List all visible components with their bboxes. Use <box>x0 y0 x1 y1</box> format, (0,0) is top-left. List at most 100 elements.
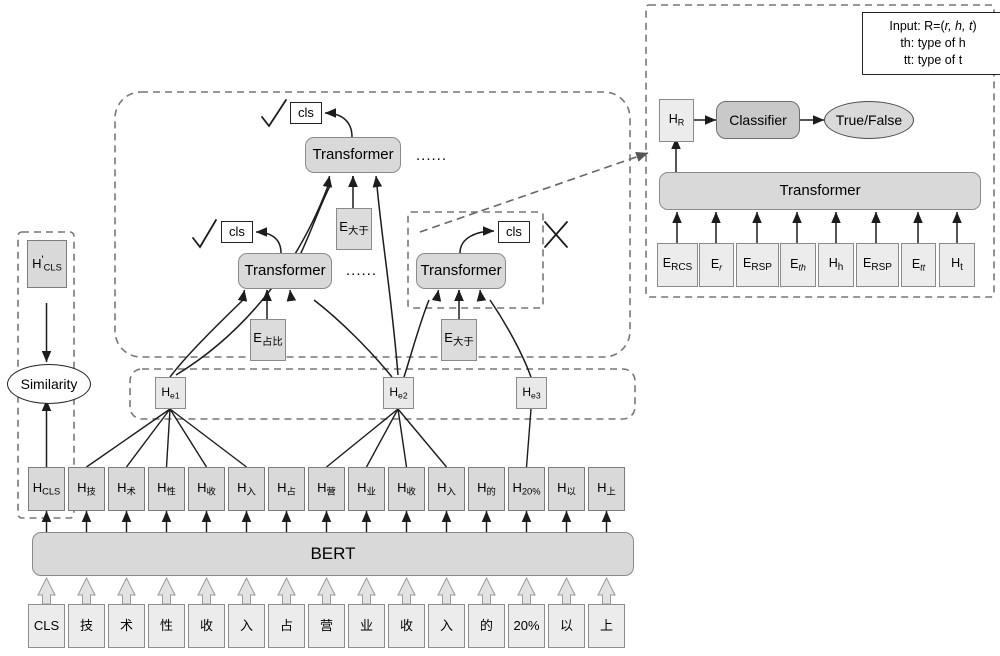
cls-box-left[interactable]: cls <box>221 221 253 243</box>
bert-encoder[interactable]: BERT <box>32 532 634 576</box>
bert-label: BERT <box>310 544 356 564</box>
transformer-left[interactable]: Transformer <box>238 253 332 289</box>
hidden-state-0: HCLS <box>28 467 65 511</box>
hidden-state-label-6: H占 <box>277 479 296 497</box>
transformer-right-panel-label: Transformer <box>779 182 861 200</box>
input-token-10: 入 <box>428 604 465 648</box>
input-token-2: 术 <box>108 604 145 648</box>
hidden-state-4: H收 <box>188 467 225 511</box>
hidden-state-label-7: H营 <box>317 479 336 497</box>
input-token-0: CLS <box>28 604 65 648</box>
rel-embedding-top: E大于 <box>336 208 372 250</box>
input-token-5: 入 <box>228 604 265 648</box>
transformer-top-label: Transformer <box>312 146 394 164</box>
right-panel-input-4: Hh <box>818 243 854 287</box>
hidden-state-label-10: H入 <box>437 479 456 497</box>
input-token-4: 收 <box>188 604 225 648</box>
right-panel-input-1: Er <box>699 243 734 287</box>
right-panel-input-label-6: Ett <box>911 256 926 273</box>
entity-he3: He3 <box>516 377 547 409</box>
input-token-1: 技 <box>68 604 105 648</box>
input-token-label-0: CLS <box>33 618 60 634</box>
hidden-state-label-8: H业 <box>357 479 376 497</box>
input-token-13: 以 <box>548 604 585 648</box>
right-panel-input-3: Eth <box>780 243 816 287</box>
input-token-label-5: 入 <box>239 618 253 634</box>
hidden-state-label-13: H以 <box>557 479 576 497</box>
input-token-label-6: 占 <box>279 618 293 634</box>
hidden-state-14: H上 <box>588 467 625 511</box>
input-token-label-11: 的 <box>479 618 493 634</box>
input-token-label-2: 术 <box>119 618 133 634</box>
right-panel-input-label-5: ERSP <box>863 255 892 273</box>
transformer-right-label: Transformer <box>420 262 502 280</box>
similarity-label: Similarity <box>20 375 78 392</box>
input-token-14: 上 <box>588 604 625 648</box>
input-token-3: 性 <box>148 604 185 648</box>
hidden-state-2: H术 <box>108 467 145 511</box>
rel-embedding-left: E占比 <box>250 319 286 361</box>
hidden-state-5: H入 <box>228 467 265 511</box>
input-token-12: 20% <box>508 604 545 648</box>
input-token-9: 收 <box>388 604 425 648</box>
input-token-8: 业 <box>348 604 385 648</box>
hr-label: HR <box>668 112 685 128</box>
hcls-prime-label: H'CLS <box>32 253 62 273</box>
hidden-state-7: H营 <box>308 467 345 511</box>
entity-he1-label: He1 <box>161 384 180 401</box>
hidden-state-9: H收 <box>388 467 425 511</box>
hr-box: HR <box>659 99 694 142</box>
entity-he2: He2 <box>383 377 414 409</box>
cls-right-label: cls <box>506 224 522 240</box>
input-token-label-7: 营 <box>319 618 333 634</box>
hidden-state-12: H20% <box>508 467 545 511</box>
diagram-canvas: H'CLS Similarity Transformer cls E大于 ...… <box>0 0 1000 656</box>
cls-top-label: cls <box>298 105 314 121</box>
hidden-state-6: H占 <box>268 467 305 511</box>
cls-box-right[interactable]: cls <box>498 221 530 243</box>
transformer-right[interactable]: Transformer <box>416 253 506 289</box>
hidden-state-10: H入 <box>428 467 465 511</box>
dots-top: ...... <box>416 147 448 164</box>
classifier-label: Classifier <box>729 111 787 128</box>
rel-embedding-left-label: E占比 <box>253 330 283 348</box>
cls-box-top[interactable]: cls <box>290 102 322 124</box>
right-panel-input-label-0: ERCS <box>662 255 693 273</box>
hidden-state-label-11: H的 <box>477 479 496 497</box>
hidden-state-label-1: H技 <box>77 479 96 497</box>
input-token-label-9: 收 <box>399 618 413 634</box>
classifier-box[interactable]: Classifier <box>716 101 800 139</box>
input-token-label-3: 性 <box>159 618 173 634</box>
legend-line-1: Input: R=(r, h, t) <box>889 19 977 33</box>
legend-box: Input: R=(r, h, t) th: type of h tt: typ… <box>862 12 1000 75</box>
right-panel-input-0: ERCS <box>657 243 698 287</box>
right-panel-input-2: ERSP <box>736 243 779 287</box>
dots-left: ...... <box>346 262 378 279</box>
hidden-state-label-2: H术 <box>117 479 136 497</box>
entity-he3-label: He3 <box>522 384 541 401</box>
entity-he1: He1 <box>155 377 186 409</box>
hcls-prime-box: H'CLS <box>27 240 67 288</box>
input-token-label-1: 技 <box>79 618 93 634</box>
input-token-label-10: 入 <box>439 618 453 634</box>
hidden-state-label-12: H20% <box>512 479 541 497</box>
hidden-state-label-14: H上 <box>597 479 616 497</box>
right-panel-input-7: Ht <box>939 243 975 287</box>
cls-left-label: cls <box>229 224 245 240</box>
rel-embedding-top-label: E大于 <box>339 219 369 237</box>
hidden-state-label-5: H入 <box>237 479 256 497</box>
hidden-state-label-4: H收 <box>197 479 216 497</box>
hidden-state-11: H的 <box>468 467 505 511</box>
input-token-11: 的 <box>468 604 505 648</box>
entity-he2-label: He2 <box>389 384 408 401</box>
hidden-state-13: H以 <box>548 467 585 511</box>
transformer-right-panel[interactable]: Transformer <box>659 172 981 210</box>
transformer-top[interactable]: Transformer <box>305 137 401 173</box>
similarity-ellipse: Similarity <box>7 364 91 404</box>
hidden-state-label-0: HCLS <box>32 479 61 497</box>
hidden-state-8: H业 <box>348 467 385 511</box>
right-panel-input-6: Ett <box>901 243 936 287</box>
output-ellipse: True/False <box>824 101 914 139</box>
hidden-state-1: H技 <box>68 467 105 511</box>
hidden-state-label-3: H性 <box>157 479 176 497</box>
